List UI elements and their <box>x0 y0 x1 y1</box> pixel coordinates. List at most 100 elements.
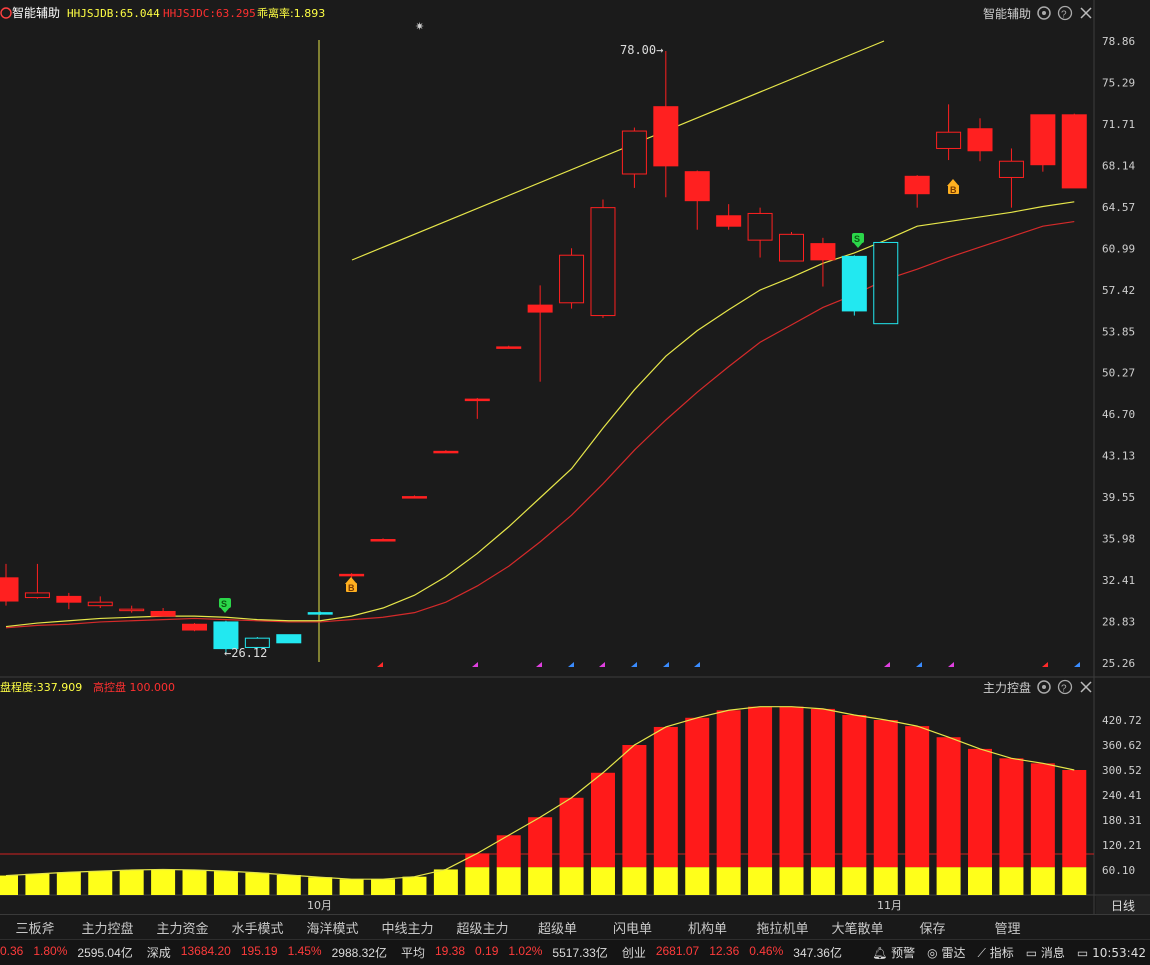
radar-button[interactable]: ◎ 雷达 <box>927 944 965 961</box>
index-percent: 0.46% <box>749 944 784 958</box>
candle-body <box>716 215 742 227</box>
index-quote[interactable]: 平均 19.38 0.19 1.02% 5517.33亿 <box>401 944 608 961</box>
candle-body <box>684 171 710 202</box>
alert-button[interactable]: 🔔︎ 预警 <box>872 944 915 961</box>
index-name: 深成 <box>146 946 171 960</box>
svg-text:S: S <box>221 599 227 609</box>
svg-text:S: S <box>854 234 860 244</box>
tab-item[interactable]: 保存 <box>895 918 970 937</box>
high-price-label: 78.00→ <box>620 43 663 57</box>
control-bar-red <box>748 706 773 868</box>
candle-body <box>779 233 804 262</box>
kline-chart-area[interactable]: 智能辅助 HHJSJDB:65.044 HHJSJDC:63.295 乖离率:1… <box>0 0 1150 914</box>
control-bar-red <box>1062 770 1087 868</box>
x-label-oct: 10月 <box>307 899 332 912</box>
price-tick-label: 71.71 <box>1102 118 1135 131</box>
control-bar-yellow <box>56 872 81 895</box>
price-tick-label: 78.86 <box>1102 35 1135 48</box>
tab-item[interactable]: 三板斧 <box>0 918 70 937</box>
index-quote[interactable]: 0.36 1.80% 2595.04亿 <box>0 944 133 961</box>
tab-item[interactable]: 主力控盘 <box>70 918 145 937</box>
candle-body <box>1030 114 1056 166</box>
control-bar-yellow <box>810 867 835 895</box>
control-bar-red <box>999 758 1024 868</box>
index-value: 19.38 <box>435 944 466 958</box>
tab-item[interactable]: 海洋模式 <box>295 918 370 937</box>
control-bar-red <box>528 817 553 868</box>
svg-text:B: B <box>348 583 355 593</box>
control-bar-yellow <box>842 867 867 895</box>
price-tick-label: 43.13 <box>1102 450 1135 463</box>
control-bar-yellow <box>685 867 710 895</box>
tab-item[interactable]: 拖拉机单 <box>745 918 820 937</box>
indicator-button[interactable]: ⟋ 指标 <box>977 944 1013 961</box>
index-change: 195.19 <box>240 944 278 958</box>
tab-item[interactable]: 中线主力 <box>370 918 445 937</box>
index-change: 12.36 <box>709 944 740 958</box>
alert-label: 预警 <box>891 946 916 960</box>
candle-body <box>527 304 553 313</box>
candle-body <box>1061 114 1087 189</box>
control-bar-red <box>590 772 615 868</box>
control-bar-yellow <box>25 873 50 895</box>
candle-body <box>150 610 176 617</box>
candle-body <box>213 621 239 650</box>
index-quote[interactable]: 创业 2681.07 12.36 0.46% 347.36亿 <box>622 944 842 961</box>
control-tick-label: 300.52 <box>1102 764 1142 777</box>
asterisk-icon: ✷ <box>415 21 424 33</box>
svg-text:?: ? <box>1061 10 1067 21</box>
candle-body <box>307 612 333 615</box>
message-button[interactable]: ▭ 消息 <box>1026 944 1065 961</box>
control-bar-red <box>810 708 835 868</box>
index-percent: 1.80% <box>33 944 68 958</box>
control-bar-yellow <box>528 867 553 895</box>
index-value: 2681.07 <box>655 944 700 958</box>
control-bar-yellow <box>182 870 207 895</box>
candle-body <box>496 346 522 349</box>
control-tick-label: 420.72 <box>1102 714 1142 727</box>
index-quote[interactable]: 深成 13684.20 195.19 1.45% 2988.32亿 <box>147 944 387 961</box>
tab-item[interactable]: 闪电单 <box>595 918 670 937</box>
candle-body <box>433 450 459 454</box>
tab-item[interactable]: 主力资金 <box>145 918 220 937</box>
candle-body <box>0 577 19 602</box>
candle-body <box>559 254 585 304</box>
price-tick-label: 39.55 <box>1102 491 1135 504</box>
index-percent: 1.45% <box>287 944 322 958</box>
index-amount: 2988.32亿 <box>331 946 387 960</box>
candle-body <box>936 131 962 149</box>
control-bar-red <box>779 706 804 868</box>
control-bar-red <box>685 717 710 868</box>
tab-item[interactable]: 超级单 <box>520 918 595 937</box>
status-bar: 0.36 1.80% 2595.04亿 深成 13684.20 195.19 1… <box>0 939 1150 965</box>
candle-body <box>182 623 208 631</box>
control-bar-yellow <box>590 867 615 895</box>
control-bar-red <box>465 853 490 868</box>
control-bar-red <box>1030 763 1055 868</box>
clock-time: 10:53:42 <box>1092 945 1146 960</box>
tab-item[interactable]: 水手模式 <box>220 918 295 937</box>
indicator-label: 指标 <box>989 946 1014 960</box>
price-tick-label: 64.57 <box>1102 201 1135 214</box>
svg-text:?: ? <box>1061 684 1067 695</box>
tab-item[interactable]: 超级主力 <box>445 918 520 937</box>
legend-control-degree: 盘程度:337.909 <box>0 680 82 694</box>
price-tick-label: 32.41 <box>1102 574 1135 587</box>
candle-body <box>810 243 836 261</box>
price-tick-label: 75.29 <box>1102 76 1135 89</box>
control-bar-yellow <box>465 867 490 895</box>
legend-deviation: 乖离率:1.893 <box>257 6 325 20</box>
control-bar-yellow <box>716 867 741 895</box>
panel-title: 智能辅助 <box>12 5 60 20</box>
tab-item[interactable]: 管理 <box>970 918 1045 937</box>
legend-hhjsjdb: HHJSJDB:65.044 <box>67 7 160 20</box>
tab-item[interactable]: 大笔散单 <box>820 918 895 937</box>
tab-item[interactable]: 机构单 <box>670 918 745 937</box>
bottom-panel-right-title: 主力控盘 <box>983 680 1031 695</box>
candle-body <box>590 207 616 317</box>
bell-icon: 🔔︎ <box>872 946 888 960</box>
top-legend: 智能辅助 HHJSJDB:65.044 HHJSJDC:63.295 乖离率:1… <box>0 5 325 20</box>
candle-body <box>967 128 993 152</box>
index-change: 0.36 <box>0 944 24 958</box>
candle-body <box>653 106 679 167</box>
